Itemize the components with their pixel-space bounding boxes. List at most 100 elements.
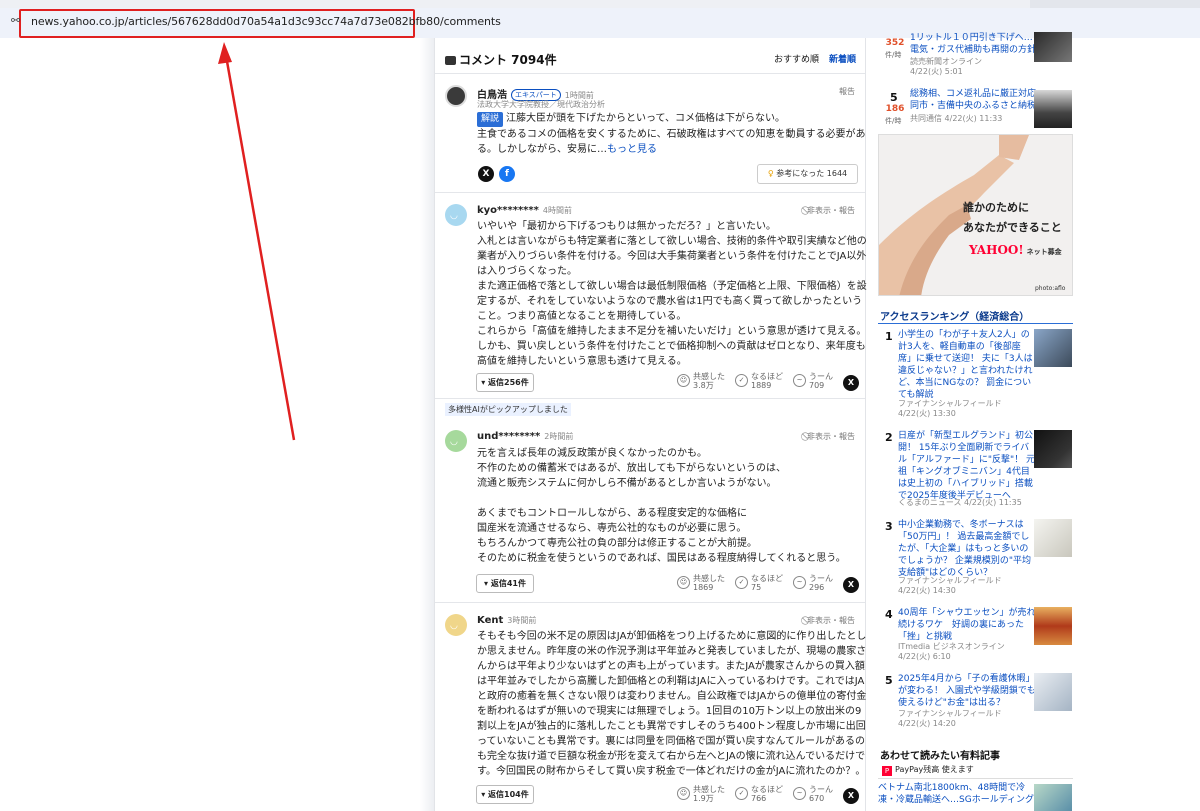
ranking-thumbnail[interactable]	[1034, 32, 1072, 62]
ranking-thumbnail[interactable]	[1034, 430, 1072, 468]
paypay-note: P PayPay残高 使えます	[882, 764, 974, 776]
site-info-icon[interactable]: ⚯	[11, 14, 20, 27]
yahoo-logo: YAHOO! ネット募金	[969, 243, 1062, 257]
ranking-source: 読売新聞オンライン 4/22(火) 5:01	[910, 57, 982, 76]
ranking-source: ファイナンシャルフィールド 4/22(火) 14:20	[898, 709, 1002, 728]
comment-card: ◡ Kent3時間前 ⃠非表示・報告 そもそも今回の米不足の原因はJAが卸価格を…	[435, 604, 867, 811]
ranking-thumbnail[interactable]	[1034, 519, 1072, 557]
sort-recommended-tab[interactable]: おすすめ順	[774, 52, 819, 65]
ranking-title[interactable]: 総務相、コメ返礼品に厳正対応 同市・吉備中央のふるさと納税	[910, 88, 1036, 112]
comment-user[interactable]: kyo******** 4時間前	[477, 205, 572, 216]
tab-strip-right	[1030, 0, 1200, 8]
comment-body: いやいや「最初から下げるつもりは無かっただろ？」と言いたい。 入札とは言いながら…	[477, 221, 867, 367]
comments-title: コメント 7094件	[445, 51, 557, 68]
sort-newest-tab[interactable]: 新着順	[829, 52, 856, 65]
ad-line-2: あなたができること	[963, 221, 1062, 234]
replies-button[interactable]: ▾ 返信41件	[476, 574, 534, 593]
ranking-thumbnail[interactable]	[1034, 90, 1072, 128]
ranking-title[interactable]: 小学生の「わが子＋友人2人」の 計3人を、軽自動車の「後部座 席」に乗せて送迎！…	[898, 329, 1033, 401]
ranking-title[interactable]: 40周年「シャウエッセン」が売れ 続けるワケ 好調の裏にあった 「挫」と挑戦	[898, 607, 1035, 643]
ranking-title[interactable]: 1リットル１０円引き下げへ… 電気・ガス代補助も再開の方針	[910, 32, 1036, 56]
ai-pickup-label: 多様性AIがピックアップしました	[445, 403, 571, 416]
helpful-button[interactable]: ♀ 参考になった 1644	[757, 164, 858, 184]
ranking-source: ファイナンシャルフィールド 4/22(火) 14:30	[898, 576, 1002, 595]
ranking-title[interactable]: 2025年4月から「子の看護休暇」 が変わる！ 入園式や学級閉鎖でも 使えるけど…	[898, 673, 1036, 709]
share-x-icon[interactable]: X	[843, 577, 859, 593]
hide-report-link[interactable]: ⃠非表示・報告	[807, 615, 855, 626]
report-link[interactable]: 報告	[839, 86, 855, 97]
insight-icon: ✓	[735, 787, 748, 800]
ranking-number: 5	[885, 674, 893, 687]
paid-articles-title: あわせて読みたい有料記事	[880, 751, 1000, 762]
comment-body: 解説 江藤大臣が頭を下げたからといって、コメ価格は下がらない。 主食であるコメの価…	[477, 112, 866, 155]
browser-tab-strip	[0, 0, 1200, 8]
url-field[interactable]: news.yahoo.co.jp/articles/567628dd0d70a5…	[31, 15, 501, 28]
donation-ad[interactable]: 誰かのために あなたができること YAHOO! ネット募金 photo:aflo	[878, 134, 1073, 296]
ranking-title[interactable]: 中小企業勤務で、冬ボーナスは 「50万円」！ 過去最高金額でし たが、「大企業」…	[898, 519, 1031, 579]
comment-card: 多様性AIがピックアップしました ◡ und********2時間前 ⃠非表示・…	[435, 400, 865, 603]
ranking-thumbnail[interactable]	[1034, 673, 1072, 711]
hide-report-link[interactable]: ⃠非表示・報告	[807, 431, 855, 442]
ranking-source: ITmedia ビジネスオンライン 4/22(火) 6:10	[898, 642, 1005, 661]
comment-rate: 352	[885, 38, 905, 48]
doubt-icon: ~	[793, 576, 806, 589]
paid-article-thumbnail[interactable]	[1034, 784, 1072, 811]
ranking-source: くるまのニュース 4/22(火) 11:35	[898, 498, 1022, 507]
access-ranking-title: アクセスランキング（経済総合）	[880, 312, 1030, 323]
share-x-icon[interactable]: X	[843, 375, 859, 391]
comment-card: ◡ kyo********4時間前 ⃠非表示・報告 いやいや「最初から下げるつも…	[435, 194, 867, 399]
comment-body: そもそも今回の米不足の原因はJAが卸価格をつり上げるために意図的に作り出したとし…	[477, 631, 867, 777]
comment-icon	[445, 56, 456, 65]
ranking-thumbnail[interactable]	[1034, 607, 1072, 645]
comments-header: コメント 7094件 おすすめ順 新着順	[435, 38, 865, 74]
section-divider	[878, 778, 1073, 779]
replies-button[interactable]: ▾ 返信104件	[476, 785, 534, 804]
share-x-icon[interactable]: X	[843, 788, 859, 804]
ranking-number: 4	[885, 608, 893, 621]
share-x-icon[interactable]: X	[478, 166, 494, 182]
comment-time: 3時間前	[507, 616, 537, 625]
avatar[interactable]: ◡	[445, 430, 467, 452]
smile-icon: ☺	[677, 787, 690, 800]
ad-line-1: 誰かのために	[963, 201, 1029, 214]
smile-icon: ☺	[677, 374, 690, 387]
ad-credit: photo:aflo	[1035, 285, 1066, 292]
replies-button[interactable]: ▾ 返信256件	[476, 373, 534, 392]
ranking-number: 5	[890, 91, 898, 104]
comment-user[interactable]: und******** 2時間前	[477, 431, 573, 442]
avatar[interactable]: ◡	[445, 204, 467, 226]
ranking-number: 1	[885, 330, 893, 343]
browser-window: ⚯ news.yahoo.co.jp/articles/567628dd0d70…	[0, 0, 1200, 811]
comment-rate: 186	[885, 104, 905, 114]
lightbulb-icon: ♀	[767, 169, 774, 178]
paypay-icon: P	[882, 766, 892, 776]
comment-time: 4時間前	[542, 206, 572, 215]
comment-time: 2時間前	[544, 432, 574, 441]
hide-report-link[interactable]: ⃠非表示・報告	[807, 205, 855, 216]
hands-illustration	[879, 135, 1029, 295]
doubt-icon: ~	[793, 787, 806, 800]
read-more-link[interactable]: もっと見る	[607, 144, 657, 155]
avatar[interactable]	[445, 85, 467, 107]
comment-card-expert: 白鳥浩 エキスパート 1時間前 法政大学大学院教授／現代政治分析 報告 解説 江藤大臣…	[435, 75, 866, 193]
ranking-number: 2	[885, 431, 893, 444]
explanation-tag: 解説	[477, 112, 504, 127]
comment-user[interactable]: Kent 3時間前	[477, 615, 536, 626]
comment-rate-unit: 件/時	[885, 51, 902, 59]
comments-column: コメント 7094件 おすすめ順 新着順 白鳥浩 エキスパート 1時間前 法政大学大…	[434, 38, 867, 811]
ranking-source: ファイナンシャルフィールド 4/22(火) 13:30	[898, 399, 1002, 418]
comment-affiliation: 法政大学大学院教授／現代政治分析	[477, 100, 605, 109]
paid-article-title[interactable]: ベトナム南北1800km、48時間で冷 凍・冷蔵品輸送へ…SGホールディング	[878, 782, 1034, 806]
avatar[interactable]: ◡	[445, 614, 467, 636]
ranking-source: 共同通信 4/22(火) 11:33	[910, 114, 1003, 123]
doubt-icon: ~	[793, 374, 806, 387]
sidebar: 352 件/時 1リットル１０円引き下げへ… 電気・ガス代補助も再開の方針 読売新…	[878, 32, 1074, 811]
insight-icon: ✓	[735, 576, 748, 589]
ranking-number: 3	[885, 520, 893, 533]
comment-body: 元を言えば長年の減反政策が良くなかったのかも。 不作のための備蓄米ではあるが、放…	[477, 448, 846, 564]
insight-icon: ✓	[735, 374, 748, 387]
share-facebook-icon[interactable]: f	[499, 166, 515, 182]
ranking-thumbnail[interactable]	[1034, 329, 1072, 367]
ranking-title[interactable]: 日産が「新型エルグランド」初公 開！ 15年ぶり全面刷新でライバ ル「アルファー…	[898, 430, 1035, 502]
comment-rate-unit: 件/時	[885, 117, 902, 125]
